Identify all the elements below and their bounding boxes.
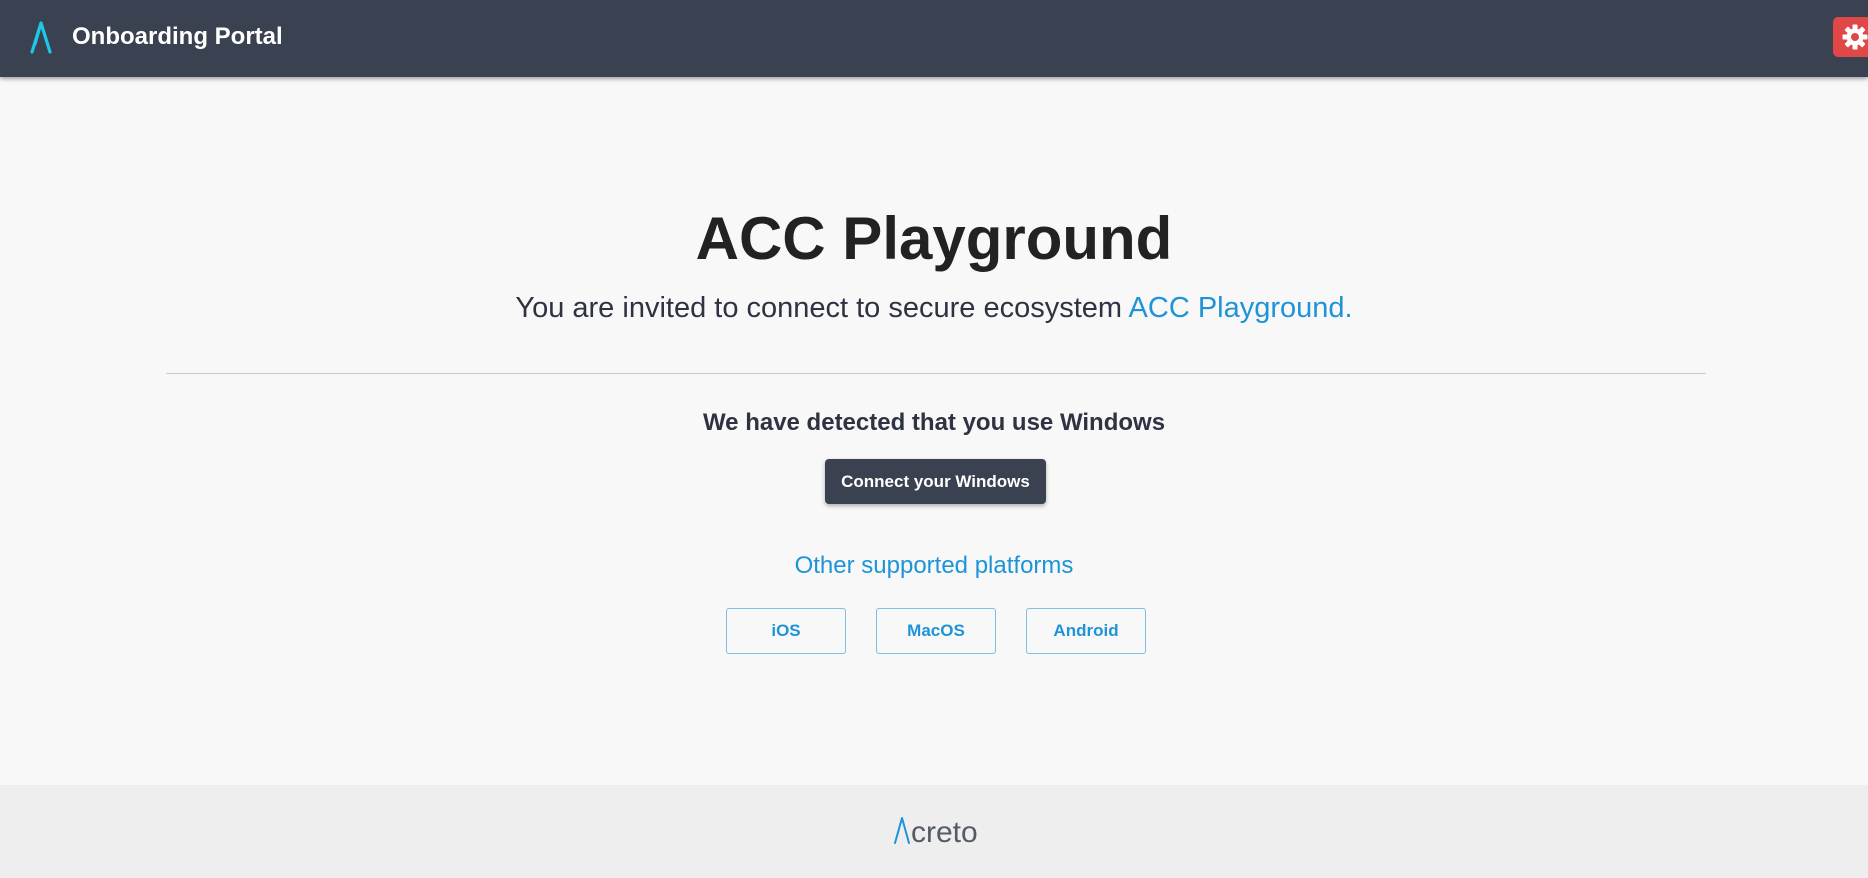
- page-title: ACC Playground: [695, 205, 1173, 272]
- ecosystem-link[interactable]: ACC Playground.: [1129, 292, 1353, 324]
- invite-text: You are invited to connect to secure eco…: [515, 292, 1129, 324]
- footer-logo-text: creto: [911, 816, 978, 849]
- connect-windows-button[interactable]: Connect your Windows: [825, 459, 1046, 504]
- ios-platform-button[interactable]: iOS: [726, 608, 846, 654]
- settings-button[interactable]: [1833, 17, 1868, 57]
- acreto-logo-icon: [893, 816, 911, 844]
- portal-title: Onboarding Portal: [72, 23, 283, 50]
- section-divider: [166, 373, 1706, 374]
- footer: creto: [0, 785, 1868, 878]
- acreto-a-logo-icon: [29, 20, 53, 54]
- gear-icon: [1842, 24, 1868, 50]
- acreto-footer-logo: creto: [893, 816, 978, 850]
- main-content: ACC Playground You are invited to connec…: [0, 77, 1868, 785]
- detected-os-message: We have detected that you use Windows: [702, 409, 1166, 436]
- macos-platform-button[interactable]: MacOS: [876, 608, 996, 654]
- top-navbar: Onboarding Portal: [0, 0, 1868, 77]
- other-platforms-heading: Other supported platforms: [794, 552, 1074, 579]
- invite-message: You are invited to connect to secure eco…: [0, 290, 1868, 326]
- android-platform-button[interactable]: Android: [1026, 608, 1146, 654]
